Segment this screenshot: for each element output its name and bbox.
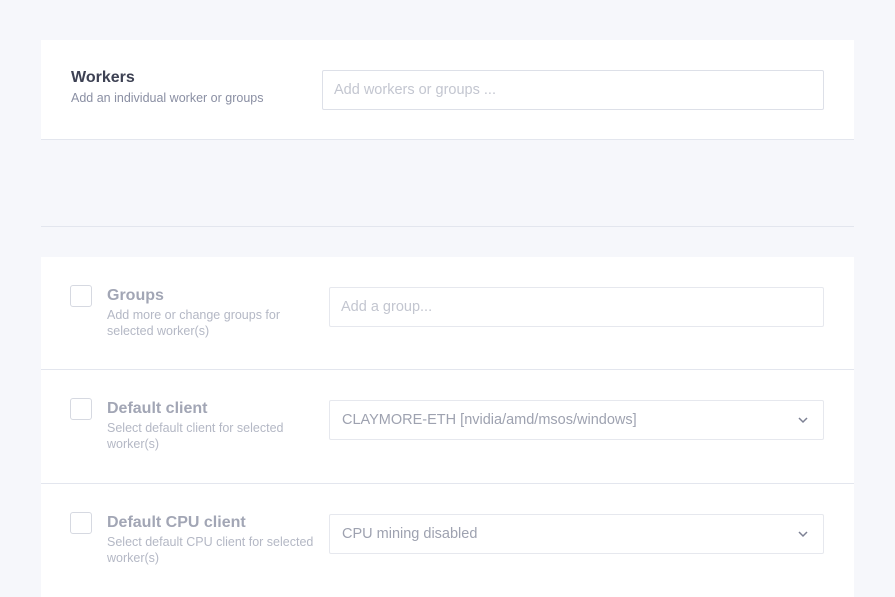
workers-search-input[interactable]: Add workers or groups ...: [322, 70, 824, 110]
default-client-select[interactable]: CLAYMORE-ETH [nvidia/amd/msos/windows]: [329, 400, 824, 440]
default-cpu-client-select[interactable]: CPU mining disabled: [329, 514, 824, 554]
default-cpu-client-row: Default CPU client Select default CPU cl…: [41, 484, 854, 597]
groups-subtitle-line1: Add more or change groups for: [107, 308, 281, 322]
default-client-subtitle-line1: Select default client for selected: [107, 421, 284, 435]
chevron-down-icon: [798, 531, 808, 538]
default-cpu-client-title: Default CPU client: [107, 514, 246, 531]
workers-subtitle: Add an individual worker or groups: [71, 91, 264, 105]
default-client-row: Default client Select default client for…: [41, 370, 854, 484]
workers-title: Workers: [71, 69, 135, 86]
section-divider: [41, 226, 854, 227]
default-client-subtitle-line2: worker(s): [107, 437, 160, 451]
groups-checkbox[interactable]: [70, 285, 92, 307]
workers-card: Workers Add an individual worker or grou…: [41, 40, 854, 140]
settings-card: Groups Add more or change groups for sel…: [41, 257, 854, 597]
default-cpu-client-checkbox[interactable]: [70, 512, 92, 534]
default-cpu-client-value: CPU mining disabled: [342, 526, 478, 542]
default-client-value: CLAYMORE-ETH [nvidia/amd/msos/windows]: [342, 412, 637, 428]
default-client-title: Default client: [107, 400, 208, 417]
groups-subtitle-line2: selected worker(s): [107, 324, 210, 338]
default-cpu-client-subtitle-line2: worker(s): [107, 551, 160, 565]
chevron-down-icon: [798, 417, 808, 424]
groups-row: Groups Add more or change groups for sel…: [41, 257, 854, 370]
groups-title: Groups: [107, 287, 164, 304]
default-client-checkbox[interactable]: [70, 398, 92, 420]
group-input[interactable]: Add a group...: [329, 287, 824, 327]
default-cpu-client-subtitle-line1: Select default CPU client for selected: [107, 535, 314, 549]
